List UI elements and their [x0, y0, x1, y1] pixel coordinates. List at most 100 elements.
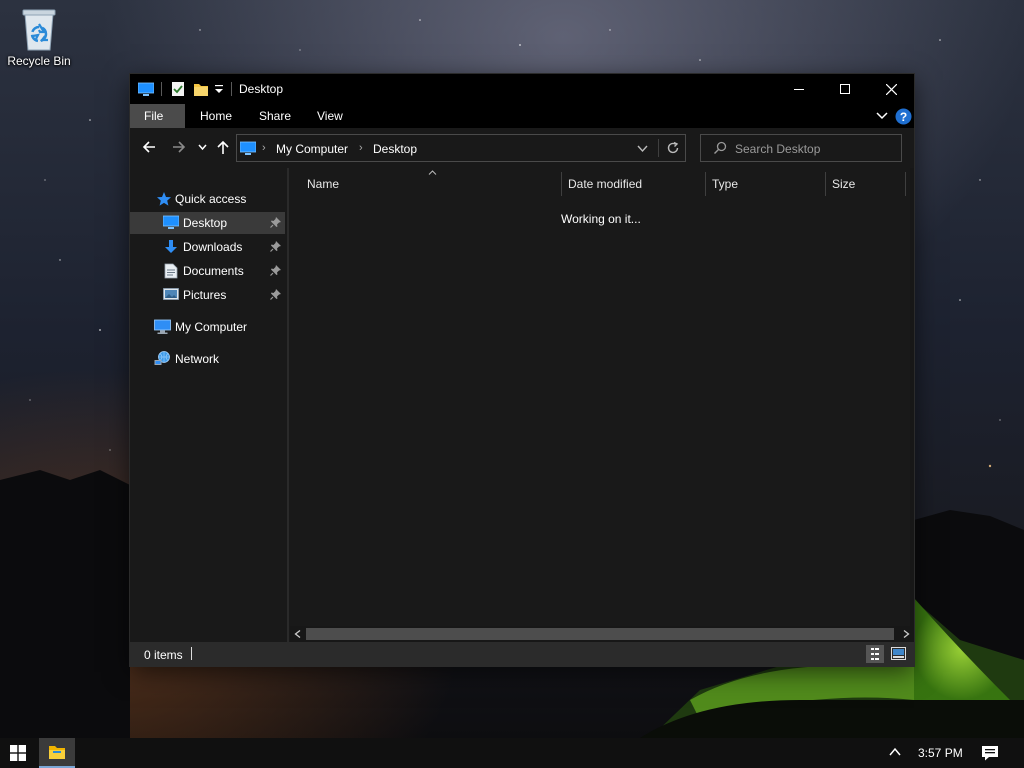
- horizontal-scroll-thumb[interactable]: [306, 628, 894, 640]
- back-arrow-icon[interactable]: [142, 140, 156, 154]
- status-bar: 0 items: [130, 642, 914, 666]
- minimize-icon: [794, 89, 804, 90]
- nav-item-downloads[interactable]: Downloads: [130, 236, 285, 258]
- maximize-button[interactable]: [822, 74, 868, 104]
- pane-splitter[interactable]: [287, 168, 289, 642]
- refresh-icon[interactable]: [666, 141, 680, 155]
- scroll-left-icon[interactable]: [294, 630, 301, 638]
- file-list-pane[interactable]: Name Date modified Type Size Working on …: [290, 168, 910, 626]
- taskbar-clock[interactable]: 3:57 PM: [918, 746, 963, 760]
- action-center-icon[interactable]: [981, 744, 999, 762]
- nav-item-label: Network: [175, 352, 220, 366]
- expand-ribbon-chevron-icon[interactable]: [876, 111, 888, 121]
- nav-item-pictures[interactable]: Pictures: [130, 284, 285, 306]
- vertical-scroll-track[interactable]: [910, 168, 914, 626]
- pin-icon[interactable]: [270, 288, 282, 300]
- svg-text:?: ?: [900, 110, 907, 124]
- status-divider: [191, 647, 192, 660]
- address-bar[interactable]: › My Computer › Desktop: [236, 134, 686, 162]
- nav-item-label: Downloads: [183, 240, 243, 254]
- quick-access-separator: [161, 82, 162, 96]
- large-icons-view-icon: [891, 647, 906, 660]
- column-separator[interactable]: [905, 172, 906, 196]
- details-view-icon: [871, 648, 879, 660]
- breadcrumb-my-computer[interactable]: My Computer: [276, 142, 348, 156]
- search-icon: [714, 141, 727, 154]
- pin-icon[interactable]: [270, 264, 282, 276]
- column-separator[interactable]: [705, 172, 706, 196]
- file-explorer-icon: [49, 746, 65, 759]
- navigation-bar: › My Computer › Desktop: [130, 128, 914, 168]
- breadcrumb-separator-icon[interactable]: ›: [262, 142, 266, 154]
- item-count: 0 items: [144, 648, 183, 662]
- help-icon[interactable]: ?: [895, 108, 912, 125]
- column-header-date-modified[interactable]: Date modified: [568, 177, 642, 191]
- nav-item-label: Desktop: [183, 216, 228, 230]
- pin-icon[interactable]: [270, 216, 282, 228]
- recent-locations-chevron-icon[interactable]: [198, 144, 207, 151]
- column-header-name[interactable]: Name: [307, 177, 339, 191]
- forward-arrow-icon[interactable]: [172, 140, 186, 154]
- pin-icon[interactable]: [270, 240, 282, 252]
- close-icon: [885, 83, 897, 95]
- large-icons-view-button[interactable]: [890, 645, 908, 663]
- navigation-pane: Quick access Desktop Downloads Documents…: [130, 168, 287, 642]
- nav-item-desktop[interactable]: Desktop: [130, 212, 285, 234]
- close-button[interactable]: [868, 74, 914, 104]
- computer-icon: [154, 319, 171, 334]
- column-header-size[interactable]: Size: [832, 177, 855, 191]
- file-explorer-window: Desktop File Home Share View ? › My Comp…: [130, 74, 914, 666]
- nav-item-label: Pictures: [183, 288, 227, 302]
- tab-view[interactable]: View: [303, 104, 357, 128]
- window-desktop-icon: [138, 82, 154, 96]
- nav-item-documents[interactable]: Documents: [130, 260, 285, 282]
- up-arrow-icon[interactable]: [216, 140, 230, 155]
- address-divider: [658, 139, 659, 157]
- quick-access-star-icon: [157, 192, 171, 206]
- desktop-icon-label: Recycle Bin: [7, 54, 71, 68]
- details-view-button[interactable]: [866, 645, 884, 663]
- window-title: Desktop: [239, 82, 284, 96]
- maximize-icon: [840, 84, 850, 94]
- show-hidden-icons-chevron-icon[interactable]: [888, 745, 902, 759]
- address-desktop-icon: [240, 141, 256, 155]
- loading-message: Working on it...: [561, 212, 641, 226]
- taskbar-file-explorer-button[interactable]: [39, 738, 75, 768]
- nav-item-quick-access[interactable]: Quick access: [130, 188, 285, 210]
- breadcrumb-desktop[interactable]: Desktop: [373, 142, 417, 156]
- network-icon: [154, 351, 170, 365]
- title-separator: [231, 82, 232, 96]
- ribbon-tab-bar: File Home Share View ?: [130, 104, 914, 128]
- nav-item-network[interactable]: Network: [130, 348, 285, 370]
- search-box[interactable]: [700, 134, 902, 162]
- address-history-chevron-icon[interactable]: [637, 145, 648, 153]
- tab-home[interactable]: Home: [186, 104, 246, 128]
- windows-logo-icon: [10, 745, 26, 761]
- column-separator[interactable]: [825, 172, 826, 196]
- downloads-icon: [165, 240, 177, 253]
- desktop-icon: [163, 215, 179, 229]
- pictures-icon: [163, 288, 179, 300]
- customize-quick-access-icon[interactable]: [214, 83, 224, 95]
- minimize-button[interactable]: [776, 74, 822, 104]
- search-input[interactable]: [733, 140, 897, 158]
- documents-icon: [164, 263, 178, 279]
- column-separator[interactable]: [561, 172, 562, 196]
- nav-item-label: Quick access: [175, 192, 247, 206]
- title-bar[interactable]: Desktop: [130, 74, 914, 104]
- recycle-bin-icon: [22, 9, 56, 51]
- tab-file[interactable]: File: [130, 104, 185, 128]
- scroll-right-icon[interactable]: [903, 630, 910, 638]
- breadcrumb-separator-icon[interactable]: ›: [359, 142, 363, 154]
- start-button[interactable]: [0, 738, 36, 768]
- properties-icon[interactable]: [171, 81, 185, 97]
- tab-share[interactable]: Share: [245, 104, 305, 128]
- nav-item-my-computer[interactable]: My Computer: [130, 316, 285, 338]
- desktop-icon-recycle-bin[interactable]: Recycle Bin: [4, 6, 74, 68]
- new-folder-icon[interactable]: [193, 81, 209, 97]
- taskbar: 3:57 PM: [0, 738, 1024, 768]
- horizontal-scrollbar[interactable]: [290, 626, 914, 642]
- nav-item-label: My Computer: [175, 320, 248, 334]
- column-header-type[interactable]: Type: [712, 177, 738, 191]
- sort-ascending-icon: [428, 170, 437, 175]
